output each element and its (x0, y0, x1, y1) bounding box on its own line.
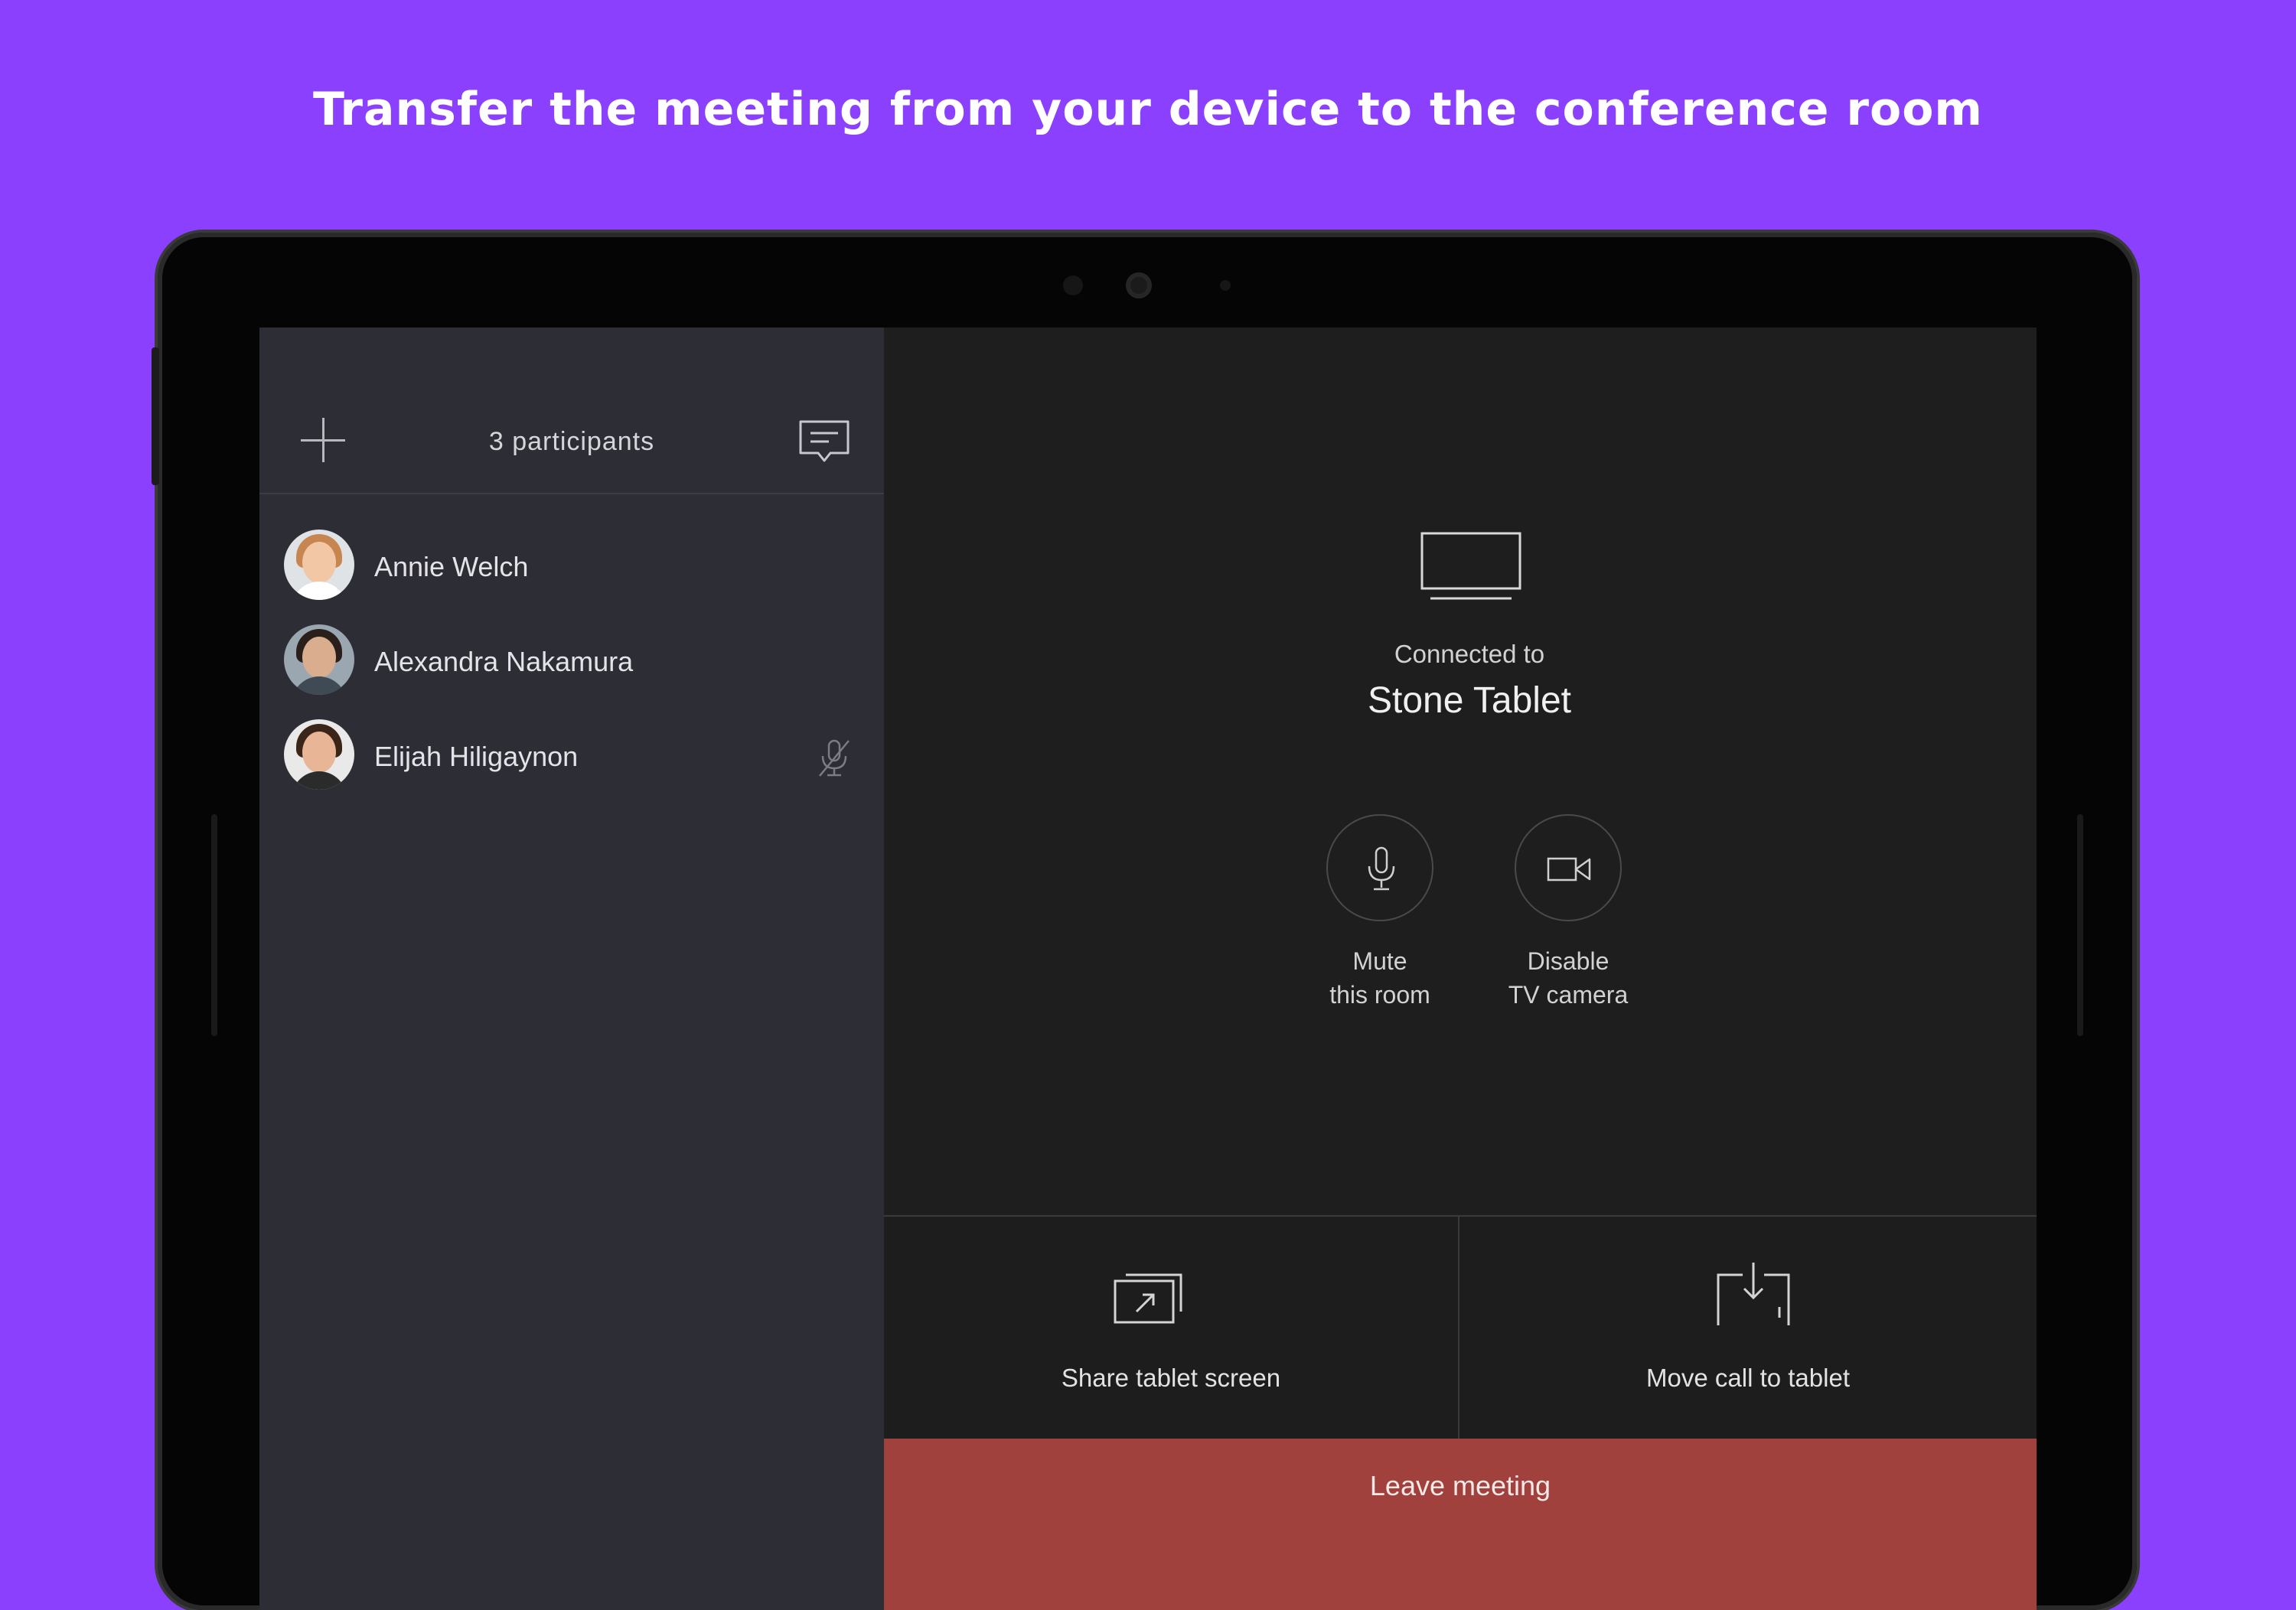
sensor-dot (1220, 280, 1231, 291)
participant-row[interactable]: Annie Welch (259, 519, 884, 614)
sidebar-header: 3 participants (259, 328, 884, 494)
chat-icon[interactable] (798, 419, 850, 465)
app-screen: 3 participants Annie Welch Alexandra Nak… (259, 328, 2037, 1610)
front-camera (158, 269, 2137, 300)
microphone-icon (1368, 846, 1395, 891)
power-button (152, 347, 159, 485)
avatar (284, 624, 354, 695)
right-edge-groove (2077, 814, 2083, 1036)
share-tablet-screen-button[interactable]: Share tablet screen (884, 1217, 1459, 1439)
headline: Transfer the meeting from your device to… (313, 83, 1983, 136)
disable-tv-camera-label: Disable TV camera (1508, 947, 1629, 1009)
room-control-panel: Connected to Stone Tablet Mute this room (884, 328, 2037, 1610)
participant-name: Alexandra Nakamura (374, 646, 634, 677)
participant-list: Annie Welch Alexandra Nakamura Elijah Hi… (259, 519, 884, 803)
participant-row[interactable]: Elijah Hiligaynon (259, 709, 884, 803)
mute-room-label: Mute this room (1329, 947, 1430, 1009)
connected-label: Connected to (1394, 640, 1545, 668)
sensor-dot (1063, 275, 1083, 295)
participant-name: Elijah Hiligaynon (374, 741, 579, 772)
share-tablet-screen-label: Share tablet screen (1061, 1364, 1281, 1392)
avatar (284, 530, 354, 600)
move-call-to-tablet-button[interactable]: Move call to tablet (1459, 1217, 2037, 1439)
move-call-icon (1717, 1263, 1790, 1325)
action-row: Share tablet screen Move call to tablet (884, 1215, 2037, 1439)
participant-row[interactable]: Alexandra Nakamura (259, 614, 884, 709)
share-screen-icon (1114, 1273, 1182, 1324)
participant-name: Annie Welch (374, 551, 529, 582)
move-call-to-tablet-label: Move call to tablet (1646, 1364, 1850, 1392)
tablet-device: 3 participants Annie Welch Alexandra Nak… (152, 233, 2137, 1610)
left-edge-groove (211, 814, 217, 1036)
mute-room-button[interactable] (1326, 814, 1433, 921)
disable-tv-camera-button[interactable] (1515, 814, 1622, 921)
microphone-muted-icon (819, 739, 850, 777)
participants-count: 3 participants (488, 427, 655, 456)
room-name: Stone Tablet (1368, 680, 1571, 721)
video-camera-icon (1547, 857, 1591, 882)
avatar (284, 719, 354, 790)
tv-icon (1420, 532, 1521, 600)
leave-meeting-button[interactable]: Leave meeting (884, 1439, 2037, 1610)
participants-sidebar: 3 participants Annie Welch Alexandra Nak… (259, 328, 884, 1610)
camera-lens (1126, 272, 1152, 298)
